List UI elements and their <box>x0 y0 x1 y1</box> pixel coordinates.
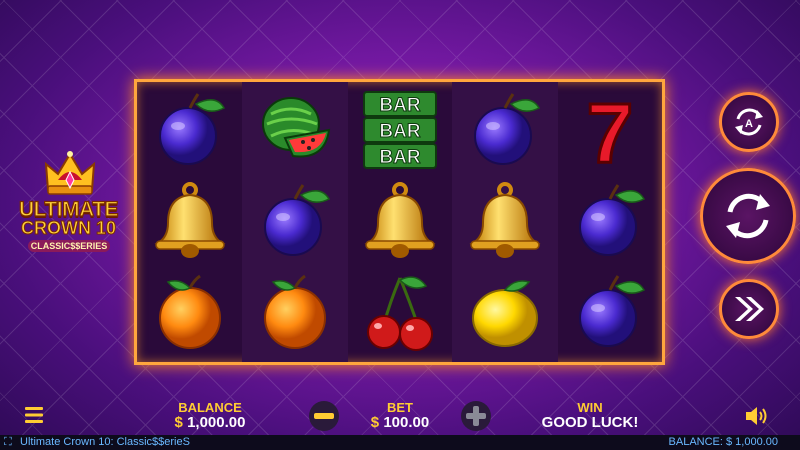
plus-icon <box>466 406 486 426</box>
balance-value: $ 1,000.00 <box>150 414 270 431</box>
plum-icon <box>255 181 335 261</box>
reel-3: BAR BAR BAR <box>347 82 453 362</box>
plum-icon <box>465 90 545 170</box>
svg-text:7: 7 <box>587 90 634 170</box>
reels-grid: BAR BAR BAR 7 <box>134 79 665 365</box>
bet-currency: $ <box>370 414 380 431</box>
logo-title-line2: CROWN 10 <box>20 218 116 239</box>
svg-text:BAR: BAR <box>379 95 420 116</box>
menu-button[interactable] <box>23 405 45 425</box>
plum-icon <box>570 272 650 352</box>
reel-5: 7 <box>557 82 663 362</box>
bar-bar-bar-icon: BAR BAR BAR <box>360 90 440 170</box>
bell-icon <box>150 181 230 261</box>
reel-1 <box>137 82 243 362</box>
speaker-icon <box>746 407 767 425</box>
bet-label: BET <box>387 400 413 415</box>
increase-bet-button[interactable] <box>461 401 491 431</box>
win-value: GOOD LUCK! <box>541 414 639 431</box>
reel-2 <box>242 82 348 362</box>
seven-icon: 7 <box>570 85 650 182</box>
crown-icon <box>44 151 96 195</box>
game-title: Ultimate Crown 10: Classic$$erieS <box>20 436 190 448</box>
orange-icon <box>255 272 335 352</box>
footer-bar: ⛶ Ultimate Crown 10: Classic$$erieS BALA… <box>0 435 800 450</box>
win-label: WIN <box>577 400 603 415</box>
plum-icon <box>570 181 650 261</box>
svg-text:BAR: BAR <box>379 147 420 168</box>
logo-subtitle: CLASSIC$$ERIES <box>28 240 110 252</box>
svg-text:BAR: BAR <box>379 121 420 142</box>
watermelon-icon <box>255 90 335 170</box>
sound-button[interactable] <box>744 405 770 427</box>
bell-icon <box>465 181 545 261</box>
spin-button[interactable] <box>700 168 796 264</box>
bet-amount: 100.00 <box>383 414 430 431</box>
lemon-icon <box>465 272 545 352</box>
decrease-bet-button[interactable] <box>309 401 339 431</box>
balance-label: BALANCE <box>178 400 242 415</box>
hamburger-menu-icon <box>25 407 43 423</box>
fullscreen-icon[interactable]: ⛶ <box>4 435 12 450</box>
bell-icon <box>360 181 440 261</box>
plum-icon <box>150 90 230 170</box>
game-logo: ULTIMATE CROWN 10 CLASSIC$$ERIES <box>6 150 131 260</box>
autoplay-button[interactable]: A <box>719 92 779 152</box>
turbo-button[interactable] <box>719 279 779 339</box>
cherry-icon <box>360 272 440 352</box>
autoplay-icon: A <box>735 108 763 136</box>
orange-icon <box>150 272 230 352</box>
bet-value: $ 100.00 <box>340 414 460 431</box>
footer-balance: BALANCE: $ 1,000.00 <box>668 436 778 448</box>
fast-forward-icon <box>735 297 764 321</box>
spin-icon <box>726 193 770 239</box>
balance-amount: 1,000.00 <box>187 414 246 431</box>
minus-icon <box>314 413 334 419</box>
reel-4 <box>452 82 558 362</box>
balance-currency: $ <box>174 414 183 431</box>
svg-text:A: A <box>745 118 753 130</box>
